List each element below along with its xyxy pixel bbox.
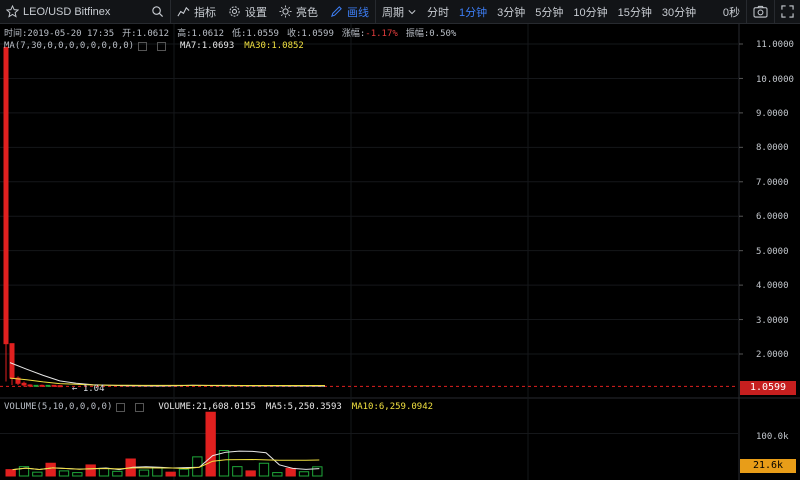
volume-bar xyxy=(85,464,96,477)
close-icon[interactable] xyxy=(157,41,167,51)
volume-bar xyxy=(178,468,190,477)
volume-legend: VOLUME(5,10,0,0,0,0) VOLUME:21,608.0155 … xyxy=(4,402,443,412)
volume-bar xyxy=(5,469,16,477)
price-tick: 3.0000 xyxy=(756,316,789,326)
volume-tick: 100.0k xyxy=(756,432,789,442)
volume-bar xyxy=(98,467,110,477)
price-tick: 4.0000 xyxy=(756,281,789,291)
volume-value: VOLUME:21,608.0155 xyxy=(158,402,256,412)
close-icon[interactable] xyxy=(135,402,145,412)
info-low: 低:1.0559 xyxy=(232,29,279,39)
volume-ma10: MA10:6,259.0942 xyxy=(351,402,434,412)
ma-line-ma7 xyxy=(9,362,326,387)
volume-bar xyxy=(232,466,243,477)
candle-body xyxy=(33,384,39,387)
volume-bar xyxy=(32,471,43,477)
volume-bar xyxy=(205,411,216,477)
info-change-value: -1.17% xyxy=(365,29,398,39)
info-close: 收:1.0599 xyxy=(286,29,334,39)
volume-bar xyxy=(152,467,163,477)
price-axis[interactable]: 11.0000 10.0000 9.0000 8.0000 7.0000 6.0… xyxy=(756,0,800,400)
info-high: 高:1.0612 xyxy=(177,29,224,39)
volume-bar xyxy=(272,472,283,477)
info-change-label: 涨幅: xyxy=(341,29,366,39)
price-ma-legend: MA(7,30,0,0,0,0,0,0,0,0) MA7:1.0693 MA30… xyxy=(4,41,314,51)
ma7-value: MA7:1.0693 xyxy=(180,41,235,51)
trading-chart-app: LEO/USD Bitfinex 指标 设置 亮色 画线 周期 分时 1分钟 3… xyxy=(0,0,800,480)
candle-body xyxy=(27,384,33,387)
candle-body xyxy=(21,382,27,386)
candle-body xyxy=(57,385,63,388)
volume-bar xyxy=(258,462,270,477)
price-tick: 10.0000 xyxy=(756,75,794,85)
volume-bar xyxy=(45,462,56,477)
volume-params[interactable]: VOLUME(5,10,0,0,0,0) xyxy=(4,402,112,412)
price-tick: 2.0000 xyxy=(756,350,789,360)
ma-line-ma30 xyxy=(9,377,325,386)
volume-bar xyxy=(165,471,176,477)
info-open: 开:1.0612 xyxy=(122,29,170,39)
price-tick: 5.0000 xyxy=(756,247,789,257)
volume-bar xyxy=(112,470,123,477)
current-volume-badge: 21.6k xyxy=(740,459,796,473)
volume-bar xyxy=(138,469,150,477)
candle-body xyxy=(51,384,57,387)
info-amplitude: 振幅:0.50% xyxy=(405,29,457,39)
candle-body xyxy=(9,343,15,379)
candle-body xyxy=(3,46,9,345)
volume-bar xyxy=(245,470,256,477)
volume-bar xyxy=(58,470,70,477)
candle-body xyxy=(45,384,51,387)
volume-bar xyxy=(218,450,230,477)
price-tick: 7.0000 xyxy=(756,178,789,188)
min-price-marker: ← 1.04 xyxy=(72,384,105,394)
volume-bar xyxy=(72,472,83,477)
ma-params[interactable]: MA(7,30,0,0,0,0,0,0,0,0) xyxy=(4,41,134,51)
volume-bar xyxy=(312,466,323,477)
ma30-value: MA30:1.0852 xyxy=(244,41,304,51)
settings-icon[interactable] xyxy=(138,41,148,51)
price-tick: 8.0000 xyxy=(756,143,789,153)
price-tick: 9.0000 xyxy=(756,109,789,119)
price-tick: 6.0000 xyxy=(756,212,789,222)
volume-bar xyxy=(285,467,296,477)
volume-ma10-line xyxy=(12,458,320,471)
info-change: 涨幅:-1.17% xyxy=(341,26,398,39)
info-time: 时间:2019-05-20 17:35 xyxy=(4,29,115,39)
ohlc-info-bar: 时间:2019-05-20 17:35 开:1.0612 高:1.0612 低:… xyxy=(4,26,464,39)
candle-body xyxy=(39,384,45,387)
settings-icon[interactable] xyxy=(116,402,126,412)
volume-bar xyxy=(298,471,310,477)
last-price-badge: 1.0599 xyxy=(740,381,796,395)
price-tick: 11.0000 xyxy=(756,40,794,50)
volume-ma5: MA5:5,250.3593 xyxy=(265,402,342,412)
